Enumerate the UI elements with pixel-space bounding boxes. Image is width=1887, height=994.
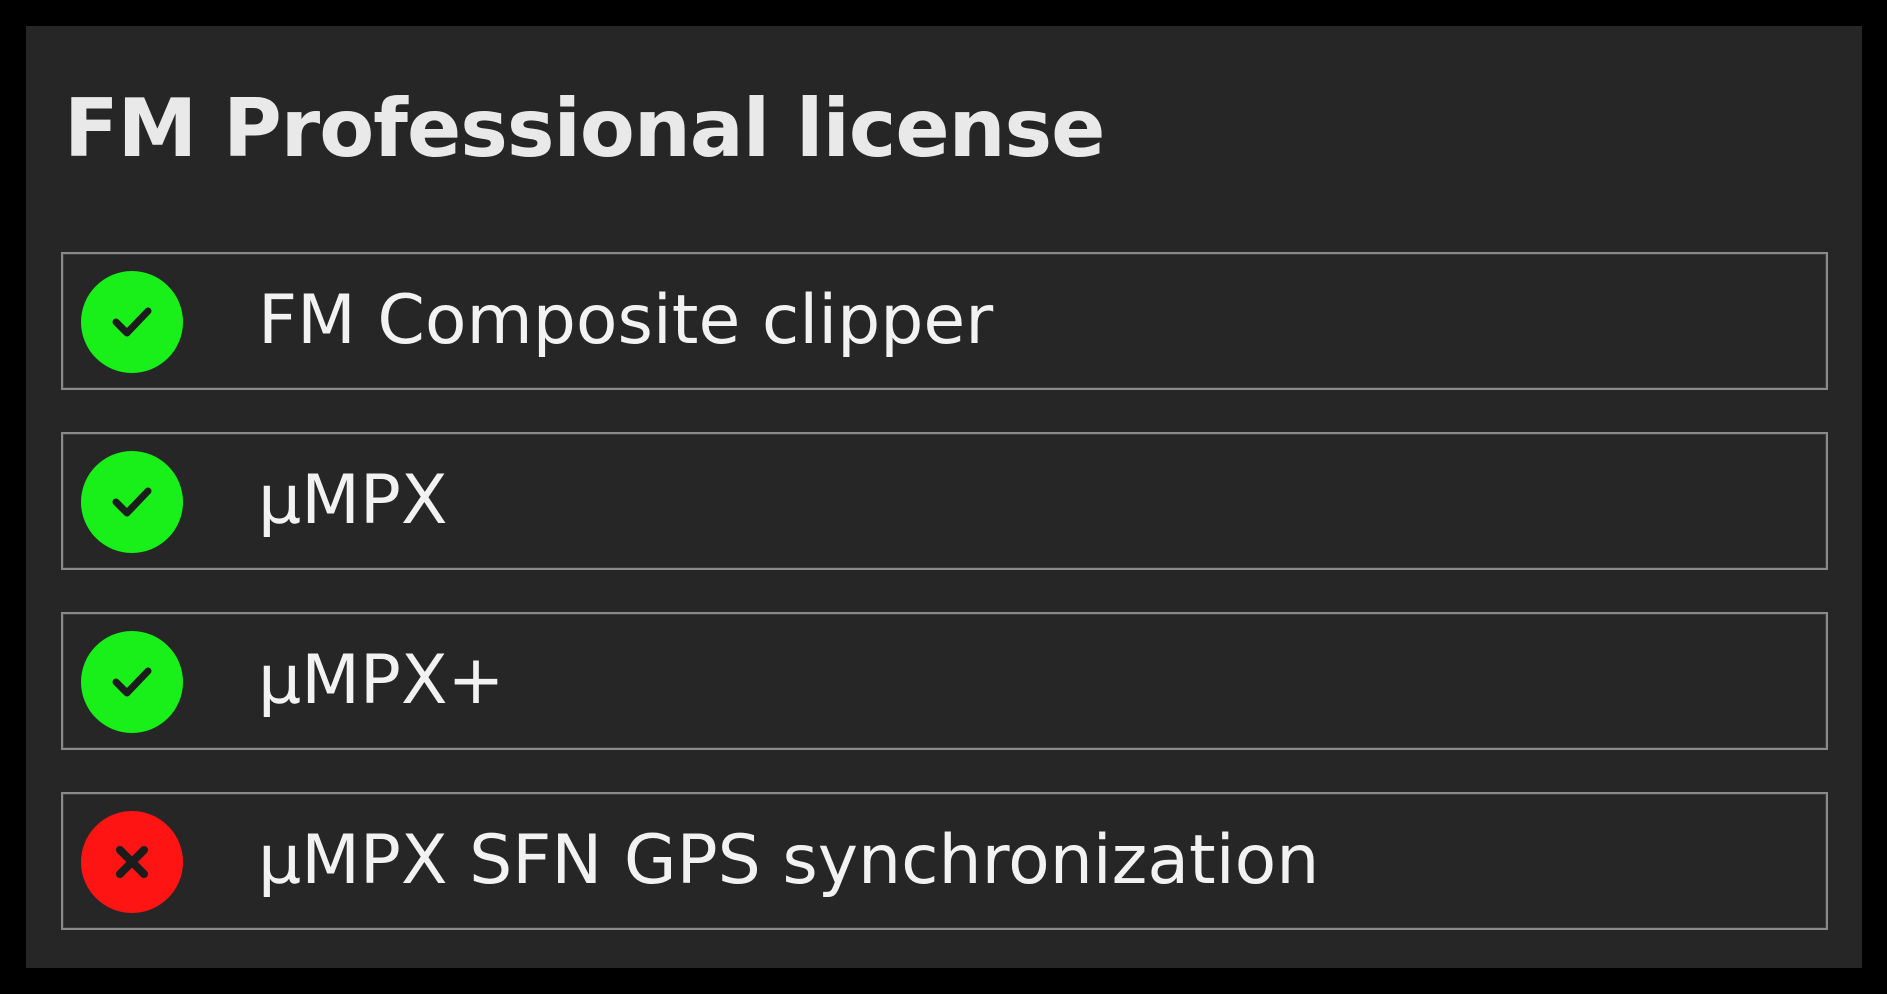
feature-label: µMPX xyxy=(258,461,448,540)
cross-icon xyxy=(81,811,183,913)
feature-row-umpx: µMPX xyxy=(61,432,1828,570)
feature-row-umpx-plus: µMPX+ xyxy=(61,612,1828,750)
check-mark xyxy=(112,667,152,697)
feature-label: µMPX+ xyxy=(258,641,505,720)
license-panel: FM Professional license FM Composite cli… xyxy=(26,26,1862,968)
page-title: FM Professional license xyxy=(64,82,1105,175)
check-icon xyxy=(81,631,183,733)
feature-list: FM Composite clipper µMPX µMPX+ µMPX SFN… xyxy=(61,252,1828,930)
feature-label: µMPX SFN GPS synchronization xyxy=(258,821,1320,900)
feature-row-umpx-sfn-gps: µMPX SFN GPS synchronization xyxy=(61,792,1828,930)
check-icon xyxy=(81,271,183,373)
check-icon xyxy=(81,451,183,553)
feature-label: FM Composite clipper xyxy=(258,281,994,360)
check-mark xyxy=(112,487,152,517)
check-mark xyxy=(112,307,152,337)
cross-mark xyxy=(116,846,148,878)
feature-row-fm-composite-clipper: FM Composite clipper xyxy=(61,252,1828,390)
